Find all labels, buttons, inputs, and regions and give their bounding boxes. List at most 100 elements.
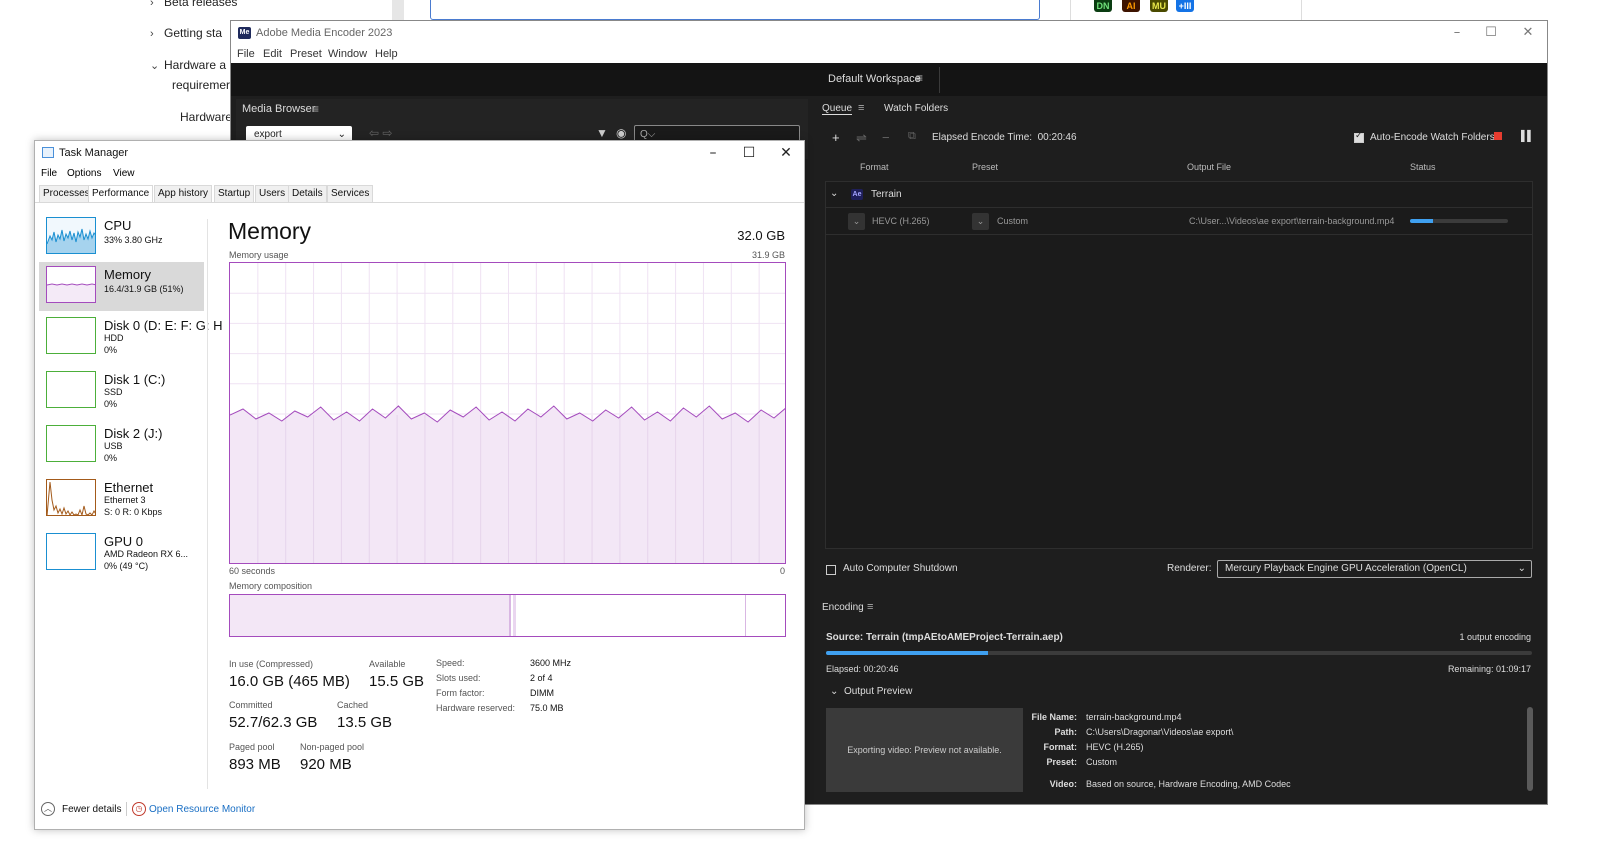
scrollbar[interactable] bbox=[1527, 707, 1533, 791]
minimize-button[interactable]: – bbox=[1448, 24, 1466, 42]
format-dropdown-icon[interactable]: ⌄ bbox=[848, 213, 865, 230]
sidebar-sub: HDD bbox=[104, 333, 124, 343]
sidebar-item-ethernet[interactable]: Ethernet Ethernet 3 S: 0 R: 0 Kbps bbox=[39, 475, 204, 524]
add-source-button[interactable]: + bbox=[832, 130, 840, 145]
maximize-button[interactable]: ☐ bbox=[1482, 24, 1500, 42]
sidebar-item-gpu[interactable]: GPU 0 AMD Radeon RX 6... 0% (49 °C) bbox=[39, 529, 204, 578]
hw-key: Form factor: bbox=[436, 688, 485, 698]
sidebar-item-disk0[interactable]: Disk 0 (D: E: F: G: H HDD 0% bbox=[39, 313, 222, 362]
app-mu-icon[interactable]: MU bbox=[1150, 0, 1168, 12]
chevron-down-icon[interactable]: ⌄ bbox=[830, 188, 838, 199]
sidebar-sub: S: 0 R: 0 Kbps bbox=[104, 507, 163, 517]
nav-item-getting-started[interactable]: › Getting sta bbox=[150, 26, 222, 40]
sidebar-label: Disk 1 (C:) bbox=[104, 372, 166, 387]
fewer-details-link[interactable]: Fewer details bbox=[62, 804, 121, 815]
divider bbox=[939, 67, 940, 93]
filter-icon[interactable]: ▼ bbox=[596, 126, 608, 140]
tab-details[interactable]: Details bbox=[288, 185, 327, 202]
output-preview-toggle[interactable]: ⌄ Output Preview bbox=[830, 686, 912, 697]
tab-queue[interactable]: Queue bbox=[822, 103, 853, 115]
duplicate-icon[interactable]: ⧉ bbox=[908, 130, 916, 143]
queue-item-format[interactable]: HEVC (H.265) bbox=[872, 216, 930, 226]
nav-item-beta[interactable]: › Beta releases bbox=[150, 0, 237, 9]
open-resource-monitor-link[interactable]: Open Resource Monitor bbox=[149, 804, 255, 815]
queue-item[interactable]: ⌄ HEVC (H.265) ⌄ Custom C:\User...\Video… bbox=[826, 208, 1532, 235]
cpu-thumbnail bbox=[46, 217, 96, 254]
panel-menu-icon[interactable]: ≡ bbox=[867, 601, 873, 613]
tab-users[interactable]: Users bbox=[255, 185, 290, 202]
disk0-thumbnail bbox=[46, 317, 96, 354]
column-preset[interactable]: Preset bbox=[972, 162, 998, 172]
sidebar-sub: 0% bbox=[104, 399, 118, 409]
sidebar-item-memory[interactable]: Memory 16.4/31.9 GB (51%) bbox=[39, 262, 204, 311]
column-output-file[interactable]: Output File bbox=[1187, 162, 1231, 172]
menu-file[interactable]: File bbox=[41, 168, 57, 179]
committed-value: 52.7/62.3 GB bbox=[229, 714, 318, 731]
back-arrow-icon[interactable]: ⇦ bbox=[369, 126, 379, 140]
panel-menu-icon[interactable]: ≡ bbox=[312, 102, 319, 116]
workspace-tab[interactable]: Default Workspace bbox=[828, 73, 921, 85]
resource-monitor-icon[interactable]: ◷ bbox=[132, 802, 146, 816]
app-more-icon[interactable]: +III bbox=[1176, 0, 1194, 12]
menu-options[interactable]: Options bbox=[67, 168, 101, 179]
in-use-value: 16.0 GB (465 MB) bbox=[229, 673, 350, 690]
media-browser-title[interactable]: Media Browser bbox=[242, 103, 315, 115]
hw-value: DIMM bbox=[530, 688, 554, 698]
queue-group-terrain[interactable]: ⌄ Ae Terrain bbox=[826, 182, 1532, 208]
menu-edit[interactable]: Edit bbox=[263, 48, 282, 60]
sidebar-label: GPU 0 bbox=[104, 534, 144, 549]
nav-item-hardware[interactable]: Hardware bbox=[180, 110, 232, 124]
sidebar-label: Ethernet bbox=[104, 480, 154, 495]
minimize-button[interactable]: – bbox=[701, 143, 725, 163]
tab-watch-folders[interactable]: Watch Folders bbox=[884, 103, 948, 114]
maximize-button[interactable]: ☐ bbox=[737, 143, 761, 163]
encoding-title[interactable]: Encoding bbox=[822, 602, 864, 613]
app-ai-icon[interactable]: AI bbox=[1122, 0, 1140, 12]
renderer-select[interactable]: Mercury Playback Engine GPU Acceleration… bbox=[1217, 560, 1532, 578]
sidebar-item-disk1[interactable]: Disk 1 (C:) SSD 0% bbox=[39, 367, 204, 416]
stop-queue-button[interactable] bbox=[1494, 132, 1502, 140]
auto-shutdown-checkbox[interactable] bbox=[826, 565, 836, 575]
app-dn-icon[interactable]: DN bbox=[1094, 0, 1112, 12]
divider bbox=[35, 202, 804, 203]
memory-usage-plot bbox=[230, 263, 785, 563]
tab-services[interactable]: Services bbox=[327, 185, 374, 202]
tab-startup[interactable]: Startup bbox=[214, 185, 255, 202]
menu-file[interactable]: File bbox=[237, 48, 255, 60]
eye-icon[interactable]: ◉ bbox=[616, 126, 626, 140]
forward-arrow-icon[interactable]: ⇨ bbox=[382, 126, 392, 140]
disk1-thumbnail bbox=[46, 371, 96, 408]
nav-arrows[interactable]: ⇦ ⇨ bbox=[369, 126, 392, 140]
auto-encode-checkbox[interactable] bbox=[1354, 131, 1364, 143]
workspace-menu-icon[interactable]: ≡ bbox=[916, 71, 923, 85]
column-format[interactable]: Format bbox=[860, 162, 889, 172]
sidebar-item-cpu[interactable]: CPU 33% 3.80 GHz bbox=[39, 213, 204, 262]
nav-item-hardware-req[interactable]: ⌄ Hardware a bbox=[150, 58, 226, 72]
close-button[interactable]: ✕ bbox=[774, 143, 798, 163]
tab-performance[interactable]: Performance bbox=[88, 185, 154, 203]
sidebar-sub: 0% bbox=[104, 453, 118, 463]
tab-processes[interactable]: Processes bbox=[39, 185, 94, 202]
settings-icon[interactable]: ⇌ bbox=[856, 130, 867, 146]
hw-value: 3600 MHz bbox=[530, 658, 572, 668]
sidebar-item-disk2[interactable]: Disk 2 (J:) USB 0% bbox=[39, 421, 204, 470]
queue-item-preset[interactable]: Custom bbox=[997, 216, 1028, 226]
pause-queue-button[interactable]: ▌▌ bbox=[1521, 131, 1534, 142]
chevron-up-icon[interactable]: ︿ bbox=[41, 802, 55, 816]
preset-dropdown-icon[interactable]: ⌄ bbox=[972, 213, 989, 230]
encoding-progress bbox=[826, 651, 1532, 655]
menu-help[interactable]: Help bbox=[375, 48, 398, 60]
queue-item-output[interactable]: C:\User...\Videos\ae export\terrain-back… bbox=[1189, 216, 1394, 226]
page-text-box[interactable] bbox=[430, 0, 1040, 20]
close-button[interactable]: ✕ bbox=[1519, 24, 1537, 42]
menu-preset[interactable]: Preset bbox=[290, 48, 322, 60]
menu-window[interactable]: Window bbox=[328, 48, 367, 60]
menu-view[interactable]: View bbox=[113, 168, 135, 179]
panel-menu-icon[interactable]: ≡ bbox=[858, 102, 864, 114]
remove-button[interactable]: − bbox=[882, 130, 890, 145]
hw-value: 75.0 MB bbox=[530, 703, 564, 713]
column-status[interactable]: Status bbox=[1410, 162, 1436, 172]
disk2-thumbnail bbox=[46, 425, 96, 462]
memory-usage-graph bbox=[229, 262, 786, 564]
tab-app-history[interactable]: App history bbox=[154, 185, 213, 202]
